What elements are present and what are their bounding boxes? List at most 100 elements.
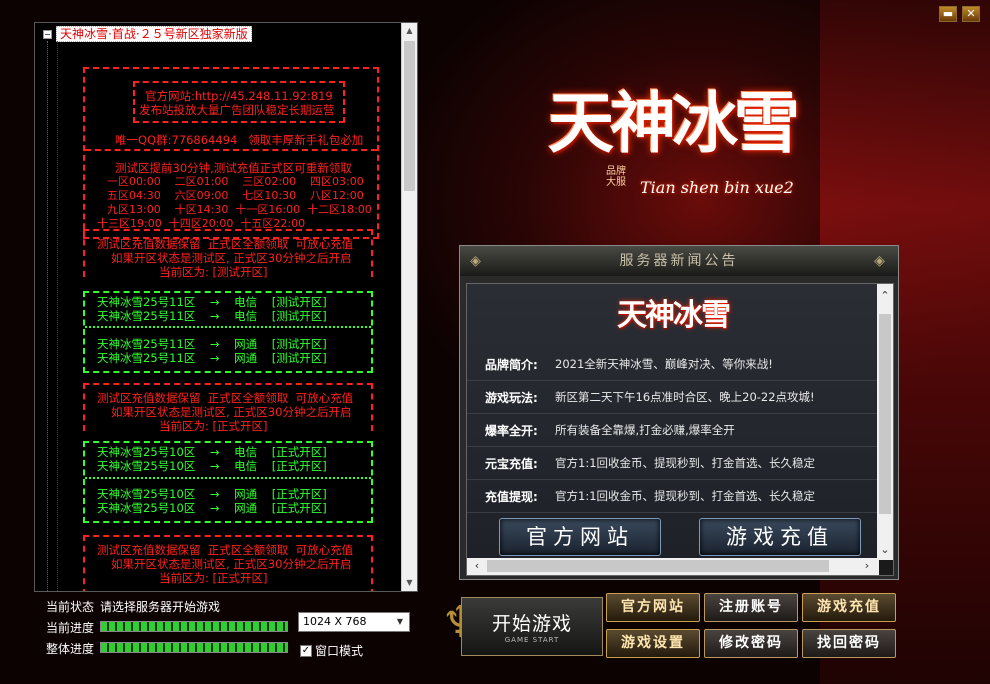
news-row-key: 元宝充值: xyxy=(485,456,538,471)
scroll-down-icon[interactable]: ⌄ xyxy=(877,542,893,558)
ornament-icon: ◈ xyxy=(470,253,484,269)
overall-progress-fill xyxy=(101,643,287,652)
scroll-right-icon[interactable]: › xyxy=(859,558,875,574)
scroll-up-icon[interactable]: ▲ xyxy=(402,23,417,39)
news-body: 天神冰雪 品牌简介: 2021全新天神冰雪、巅峰对决、等你来战! 游戏玩法: 新区第… xyxy=(466,283,894,576)
window-mode-checkbox[interactable]: ✓ 窗口模式 xyxy=(300,642,363,659)
divider xyxy=(85,326,371,328)
news-row: 元宝充值: 官方1:1回收金币、提现秒到、打金首选、长久稳定 xyxy=(467,447,879,480)
recharge-button[interactable]: 游戏充值 xyxy=(802,593,896,622)
register-button[interactable]: 注册账号 xyxy=(704,593,798,622)
logo-title: 天神冰雪 xyxy=(548,84,800,162)
news-row-value: 官方1:1回收金币、提现秒到、打金首选、长久稳定 xyxy=(555,456,816,470)
collapse-icon[interactable]: − xyxy=(43,29,52,39)
start-game-label: 开始游戏 xyxy=(491,613,572,635)
server-item[interactable]: 天神冰雪25号10区 → 网通 [正式开区] xyxy=(97,501,393,515)
tree-item[interactable]: 测试区充值数据保留 正式区全额领取 可放心充值 xyxy=(97,237,393,251)
tree-item[interactable]: 测试区提前30分钟,测试充值正式区可重新领取 xyxy=(115,161,401,175)
launcher-window: ▬ ✕ − 天神冰雪·首战·２５号新区独家新版 官方网站:http://45.2… xyxy=(0,0,990,684)
overall-progress-label: 整体进度 xyxy=(46,642,95,656)
resolution-value: 1024 X 768 xyxy=(303,615,367,628)
close-button[interactable]: ✕ xyxy=(962,6,980,22)
tree-item[interactable]: 一区00:00 二区01:00 三区02:00 四区03:00 xyxy=(107,175,401,189)
logo-latin: Tian shen bin xue2 xyxy=(640,178,794,197)
tree-root-label[interactable]: 天神冰雪·首战·２５号新区独家新版 xyxy=(56,26,252,42)
ornament-icon: ◈ xyxy=(874,253,888,269)
divider xyxy=(85,477,371,479)
server-item[interactable]: 天神冰雪25号10区 → 电信 [正式开区] xyxy=(97,445,393,459)
tree-item[interactable]: 如果开区状态是测试区, 正式区30分钟之后开启 xyxy=(111,251,401,265)
server-item[interactable]: 天神冰雪25号10区 → 网通 [正式开区] xyxy=(97,487,393,501)
start-game-button[interactable]: 开始游戏 GAME START xyxy=(461,597,603,656)
news-row: 爆率全开: 所有装备全靠爆,打金必赚,爆率全开 xyxy=(467,414,879,447)
server-item[interactable]: 天神冰雪25号11区 → 电信 [测试开区] xyxy=(97,295,393,309)
tree-item[interactable]: 如果开区状态是测试区, 正式区30分钟之后开启 xyxy=(111,557,401,571)
news-row-key: 充值提现: xyxy=(485,489,538,504)
current-state-value: 请选择服务器开始游戏 xyxy=(100,600,220,614)
game-settings-button[interactable]: 游戏设置 xyxy=(606,629,700,658)
current-state-label: 当前状态 xyxy=(46,600,95,614)
scroll-up-icon[interactable]: ⌃ xyxy=(877,288,893,304)
window-mode-label: 窗口模式 xyxy=(315,644,364,658)
change-password-button[interactable]: 修改密码 xyxy=(704,629,798,658)
tree-item[interactable]: 当前区为: [正式开区] xyxy=(159,419,401,433)
news-row: 品牌简介: 2021全新天神冰雪、巅峰对决、等你来战! xyxy=(467,348,879,381)
news-row-value: 官方1:1回收金币、提现秒到、打金首选、长久稳定 xyxy=(555,489,816,503)
current-progress-label: 当前进度 xyxy=(46,621,95,635)
server-item[interactable]: 天神冰雪25号11区 → 网通 [测试开区] xyxy=(97,337,393,351)
news-recharge-button[interactable]: 游戏充值 xyxy=(699,518,861,556)
tree-guide-line xyxy=(57,41,58,591)
scroll-thumb[interactable] xyxy=(404,41,415,191)
news-logo: 天神冰雪 xyxy=(617,298,731,333)
minimize-button[interactable]: ▬ xyxy=(939,6,957,22)
resolution-select[interactable]: 1024 X 768 ▼ xyxy=(298,612,410,632)
logo-tag-1: 品牌 xyxy=(606,166,626,177)
logo-tag-2: 大服 xyxy=(606,177,626,188)
server-item[interactable]: 天神冰雪25号11区 → 电信 [测试开区] xyxy=(97,309,393,323)
news-row-value: 新区第二天下午16点准时合区、晚上20-22点攻城! xyxy=(555,390,815,404)
game-logo: 天神冰雪 品牌 大服 Tian shen bin xue2 xyxy=(520,70,870,210)
tree-item[interactable]: 发布站投放大量广告团队稳定长期运营 xyxy=(139,103,401,117)
scroll-left-icon[interactable]: ‹ xyxy=(469,558,485,574)
tree-item[interactable]: 唯一QQ群:776864494 领取丰厚新手礼包必加 xyxy=(115,133,401,147)
tree-scrollbar[interactable]: ▲ ▼ xyxy=(401,23,417,591)
tree-item[interactable]: 如果开区状态是测试区, 正式区30分钟之后开启 xyxy=(111,405,401,419)
recover-password-button[interactable]: 找回密码 xyxy=(802,629,896,658)
news-panel: ◈ 服务器新闻公告 ◈ 天神冰雪 品牌简介: 2021全新天神冰雪、巅峰对决、等你… xyxy=(459,245,899,580)
tree-item[interactable]: 九区13:00 十区14:30 十一区16:00 十二区18:00 xyxy=(107,203,401,217)
server-tree-content: − 天神冰雪·首战·２５号新区独家新版 官方网站:http://45.248.1… xyxy=(35,23,401,591)
tree-root-node[interactable]: − 天神冰雪·首战·２５号新区独家新版 xyxy=(43,26,252,42)
news-row: 游戏玩法: 新区第二天下午16点准时合区、晚上20-22点攻城! xyxy=(467,381,879,414)
divider xyxy=(85,149,377,151)
news-hscrollbar[interactable]: ‹ › xyxy=(467,558,879,575)
news-vscrollbar[interactable]: ⌃ ⌄ xyxy=(877,284,893,560)
scroll-down-icon[interactable]: ▼ xyxy=(402,575,417,591)
tree-item[interactable]: 当前区为: [正式开区] xyxy=(159,571,401,585)
tree-item[interactable]: 测试区充值数据保留 正式区全额领取 可放心充值 xyxy=(97,543,393,557)
current-progress-fill xyxy=(101,622,287,631)
checkbox-check-icon[interactable]: ✓ xyxy=(300,644,312,657)
news-row-value: 所有装备全靠爆,打金必赚,爆率全开 xyxy=(555,423,735,437)
news-content: 天神冰雪 品牌简介: 2021全新天神冰雪、巅峰对决、等你来战! 游戏玩法: 新区第… xyxy=(467,284,879,560)
news-title-bar: ◈ 服务器新闻公告 ◈ xyxy=(460,246,898,276)
scroll-thumb[interactable] xyxy=(879,314,891,514)
chevron-down-icon[interactable]: ▼ xyxy=(393,615,407,629)
tree-guide-line xyxy=(47,41,48,591)
tree-item[interactable]: 当前区为: [测试开区] xyxy=(159,265,401,279)
official-site-button[interactable]: 官方网站 xyxy=(606,593,700,622)
news-row: 充值提现: 官方1:1回收金币、提现秒到、打金首选、长久稳定 xyxy=(467,480,879,513)
scroll-thumb[interactable] xyxy=(487,560,829,572)
tree-item[interactable]: 官方网站:http://45.248.11.92:819 xyxy=(145,89,401,103)
server-item[interactable]: 天神冰雪25号11区 → 网通 [测试开区] xyxy=(97,351,393,365)
overall-progress-bar xyxy=(100,642,288,653)
start-game-sub: GAME START xyxy=(504,636,560,644)
news-site-button[interactable]: 官方网站 xyxy=(499,518,661,556)
tree-item[interactable]: 测试区充值数据保留 正式区全额领取 可放心充值 xyxy=(97,391,393,405)
news-row-value: 2021全新天神冰雪、巅峰对决、等你来战! xyxy=(555,357,773,371)
tree-item[interactable]: 五区04:30 六区09:00 七区10:30 八区12:00 xyxy=(107,189,401,203)
server-tree: − 天神冰雪·首战·２５号新区独家新版 官方网站:http://45.248.1… xyxy=(34,22,418,592)
news-row-key: 游戏玩法: xyxy=(485,390,538,405)
server-item[interactable]: 天神冰雪25号10区 → 电信 [正式开区] xyxy=(97,459,393,473)
news-title: 服务器新闻公告 xyxy=(619,253,739,269)
news-row-key: 爆率全开: xyxy=(485,423,538,438)
